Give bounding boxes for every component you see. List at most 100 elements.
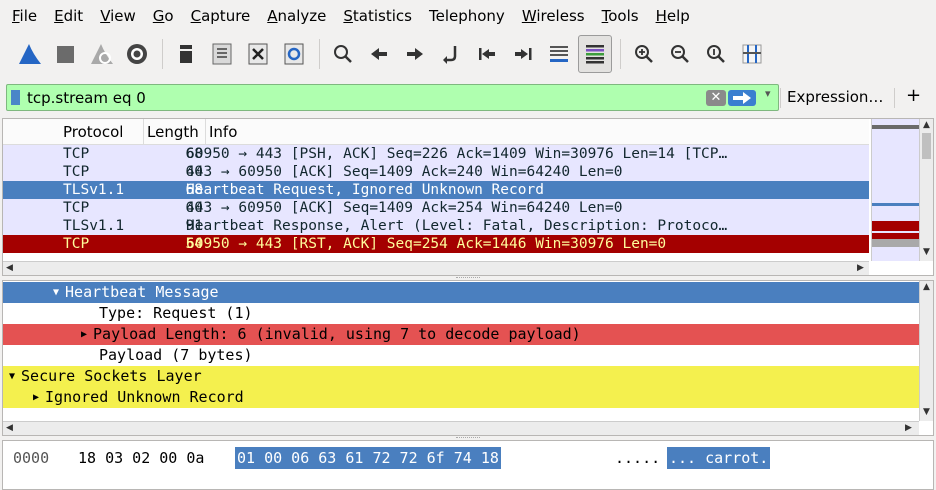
shark-fin-start-icon[interactable]	[12, 35, 46, 73]
detail-tree-item[interactable]: Type: Request (1)	[3, 303, 919, 324]
scroll-up-icon[interactable]: ▲	[923, 282, 930, 292]
hex-bytes[interactable]: 18 03 02 00 0a	[78, 449, 204, 467]
collapsed-triangle-icon[interactable]: ▶	[81, 324, 87, 345]
column-divider[interactable]	[205, 119, 206, 145]
open-file-icon[interactable]	[169, 35, 203, 73]
menu-file[interactable]: File	[4, 0, 46, 32]
cell-info: 443 → 60950 [ACK] Seq=1409 Ack=254 Win=6…	[186, 200, 623, 216]
packet-list-vertical-scrollbar[interactable]: ▲ ▼	[919, 119, 933, 261]
collapsed-triangle-icon[interactable]: ▶	[33, 387, 39, 408]
close-file-icon[interactable]	[241, 35, 275, 73]
menu-wireless[interactable]: Wireless	[514, 0, 594, 32]
zoom-out-icon[interactable]	[663, 35, 697, 73]
expanded-triangle-icon[interactable]: ▼	[53, 282, 59, 303]
detail-tree-item[interactable]: ▼ Heartbeat Message	[3, 282, 919, 303]
zoom-in-icon[interactable]	[627, 35, 661, 73]
column-divider[interactable]	[143, 119, 144, 145]
bookmark-icon[interactable]	[11, 90, 20, 105]
cell-protocol: TLSv1.1	[63, 182, 125, 198]
menu-capture[interactable]: Capture	[183, 0, 260, 32]
menu-help[interactable]: Help	[648, 0, 699, 32]
packet-list-header: Protocol Length Info	[3, 119, 869, 145]
save-file-icon[interactable]	[205, 35, 239, 73]
scroll-left-icon[interactable]: ◀	[6, 423, 13, 433]
menu-analyze[interactable]: Analyze	[259, 0, 335, 32]
stop-square-icon[interactable]	[48, 35, 82, 73]
scroll-left-icon[interactable]: ◀	[6, 263, 13, 273]
detail-tree-item[interactable]: ▶ Payload Length: 6 (invalid, using 7 to …	[3, 324, 919, 345]
packet-list-pane: Protocol Length Info TCP 68 60950 → 443 [P…	[2, 118, 934, 276]
cell-protocol: TCP	[63, 200, 90, 216]
menu-bar: File Edit View Go Capture Analyze Statistics Te…	[0, 0, 936, 32]
details-horizontal-scrollbar[interactable]: ◀ ▶	[3, 421, 919, 435]
expression-button[interactable]: Expression…	[787, 88, 883, 106]
filter-separator	[894, 88, 895, 108]
capture-options-gear-icon[interactable]	[120, 35, 154, 73]
ascii-bytes-selected[interactable]: ... carrot.	[667, 447, 771, 469]
scroll-down-icon[interactable]: ▼	[923, 247, 930, 257]
detail-text: Payload (7 bytes)	[99, 346, 253, 364]
autoscroll-icon[interactable]	[542, 35, 576, 73]
packet-row[interactable]: TCP 60 443 → 60950 [ACK] Seq=1409 Ack=254 …	[3, 199, 869, 217]
cell-protocol: TLSv1.1	[63, 218, 125, 234]
column-header-length[interactable]: Length	[147, 123, 199, 141]
detail-tree-item[interactable]: Payload (7 bytes)	[3, 345, 919, 366]
detail-tree-item[interactable]: ▶ Ignored Unknown Record	[3, 387, 919, 408]
go-to-packet-icon[interactable]	[434, 35, 468, 73]
scroll-right-icon[interactable]: ▶	[905, 423, 912, 433]
packet-row[interactable]: TLSv1.1 68 Heartbeat Request, Ignored Unkn…	[3, 181, 869, 199]
menu-edit[interactable]: Edit	[46, 0, 92, 32]
byte-offset: 0000	[13, 449, 50, 467]
go-back-icon[interactable]	[362, 35, 396, 73]
restart-fin-icon[interactable]	[84, 35, 118, 73]
packet-details-pane: ▼ Heartbeat Message Type: Request (1) ▶ Payl…	[2, 280, 934, 436]
column-header-protocol[interactable]: Protocol	[63, 123, 123, 141]
detail-tree-item[interactable]: ▼ Secure Sockets Layer	[3, 366, 919, 387]
menu-go[interactable]: Go	[145, 0, 183, 32]
menu-tools[interactable]: Tools	[594, 0, 648, 32]
menu-telephony[interactable]: Telephony	[421, 0, 514, 32]
main-toolbar	[0, 32, 936, 76]
last-packet-icon[interactable]	[506, 35, 540, 73]
normal-size-icon[interactable]	[699, 35, 733, 73]
apply-filter-icon[interactable]	[728, 90, 756, 106]
chevron-down-icon[interactable]: ▾	[765, 87, 771, 100]
add-filter-button[interactable]: +	[906, 85, 921, 106]
ascii-bytes[interactable]: .....	[615, 449, 660, 467]
clear-filter-icon[interactable]: ✕	[706, 90, 726, 106]
resize-columns-icon[interactable]	[735, 35, 769, 73]
display-filter-text[interactable]: tcp.stream eq 0	[27, 89, 146, 107]
packet-row[interactable]: TCP 68 60950 → 443 [PSH, ACK] Seq=226 Ack=…	[3, 145, 869, 163]
column-header-info[interactable]: Info	[209, 123, 237, 141]
details-vertical-scrollbar[interactable]: ▲ ▼	[919, 281, 933, 421]
packet-row[interactable]: TCP 60 443 → 60950 [ACK] Seq=1409 Ack=240 …	[3, 163, 869, 181]
menu-view[interactable]: View	[92, 0, 145, 32]
scroll-down-icon[interactable]: ▼	[923, 407, 930, 417]
hex-bytes-selected[interactable]: 01 00 06 63 61 72 72 6f 74 18	[235, 447, 501, 469]
reload-file-icon[interactable]	[277, 35, 311, 73]
cell-protocol: TCP	[63, 146, 90, 162]
cell-protocol: TCP	[63, 164, 90, 180]
toolbar-separator	[319, 39, 320, 69]
scroll-up-icon[interactable]: ▲	[923, 120, 930, 130]
colorize-icon[interactable]	[578, 35, 612, 73]
scroll-right-icon[interactable]: ▶	[857, 263, 864, 273]
toolbar-separator	[162, 39, 163, 69]
display-filter-input[interactable]: tcp.stream eq 0 ✕ ▾	[6, 84, 779, 111]
detail-text: Secure Sockets Layer	[21, 367, 202, 385]
detail-text: Type: Request (1)	[99, 304, 253, 322]
packet-minimap[interactable]	[871, 119, 920, 261]
packet-row[interactable]: TLSv1.1 91 Heartbeat Response, Alert (Leve…	[3, 217, 869, 235]
expanded-triangle-icon[interactable]: ▼	[9, 366, 15, 387]
go-forward-icon[interactable]	[398, 35, 432, 73]
find-packet-icon[interactable]	[326, 35, 360, 73]
cell-protocol: TCP	[63, 236, 90, 252]
scrollbar-thumb[interactable]	[922, 133, 931, 159]
packet-row[interactable]: TCP 54 60950 → 443 [RST, ACK] Seq=254 Ack=…	[3, 235, 869, 253]
menu-statistics[interactable]: Statistics	[335, 0, 421, 32]
toolbar-separator	[620, 39, 621, 69]
packet-list-horizontal-scrollbar[interactable]: ◀ ▶	[3, 261, 869, 275]
detail-text: Payload Length: 6 (invalid, using 7 to d…	[93, 325, 581, 343]
first-packet-icon[interactable]	[470, 35, 504, 73]
cell-info: 60950 → 443 [PSH, ACK] Seq=226 Ack=1409 …	[186, 146, 728, 162]
